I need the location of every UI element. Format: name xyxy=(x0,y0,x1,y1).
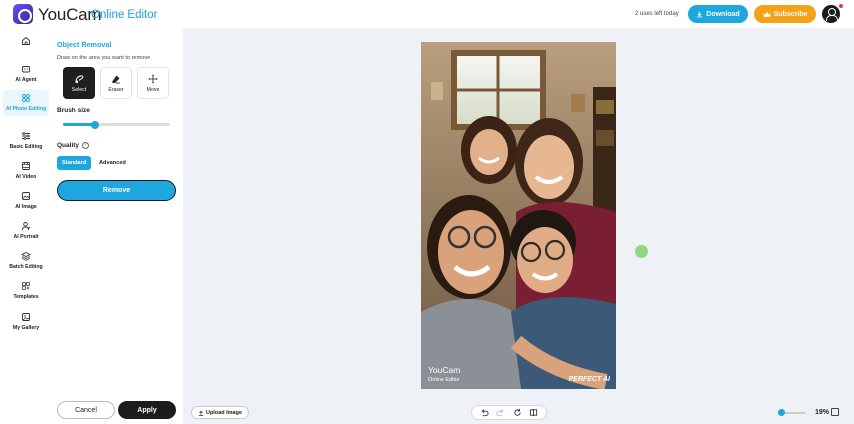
tool-label: Eraser xyxy=(108,86,124,93)
brand-subtitle: Online Editor xyxy=(91,9,158,21)
zoom-slider[interactable] xyxy=(778,409,806,416)
sidebar-item-ai-portrait[interactable]: AI Portrait xyxy=(3,221,49,241)
sidebar-item-ai-photo-editing[interactable]: AI Photo Editing xyxy=(3,90,49,117)
select-tool-button[interactable]: Select xyxy=(63,67,95,99)
ai-agent-icon xyxy=(22,66,30,73)
panel-hint: Draw on the area you want to remove xyxy=(57,55,151,61)
download-label: Download xyxy=(706,10,740,18)
portrait-icon xyxy=(22,222,31,231)
quality-label: Quality xyxy=(57,142,80,149)
tool-label: Move xyxy=(146,86,160,93)
move-tool-button[interactable]: Move xyxy=(137,67,169,99)
eraser-tool-button[interactable]: Eraser xyxy=(100,67,132,99)
sidebar-item-label: Basic Editing xyxy=(9,144,43,150)
user-avatar[interactable] xyxy=(822,5,840,23)
sidebar-item-label: AI Image xyxy=(15,204,37,210)
sliders-icon xyxy=(22,132,30,140)
apply-button[interactable]: Apply xyxy=(118,401,176,419)
templates-icon xyxy=(22,282,30,290)
redo-icon[interactable] xyxy=(496,408,505,417)
sidebar-item-batch-editing[interactable]: Batch Editing xyxy=(3,251,49,271)
brush-size-label: Brush size xyxy=(57,107,90,114)
help-icon[interactable]: ? xyxy=(82,142,89,149)
upload-image-button[interactable]: Upload Image xyxy=(191,406,249,419)
sidebar-item-label: Templates xyxy=(13,294,39,300)
sidebar-item-label: AI Agent xyxy=(15,77,37,83)
video-icon xyxy=(22,162,30,170)
subscribe-label: Subscribe xyxy=(773,10,808,18)
brush-cursor xyxy=(635,245,648,258)
fit-screen-icon[interactable] xyxy=(831,408,839,416)
crown-icon xyxy=(762,11,771,17)
home-icon xyxy=(22,36,30,45)
watermark-perfect-ai: PERFECT AI xyxy=(568,376,610,383)
eraser-icon xyxy=(112,75,120,83)
sidebar-item-basic-editing[interactable]: Basic Editing xyxy=(3,131,49,151)
image-icon xyxy=(22,192,30,200)
sidebar-item-ai-image[interactable]: AI Image xyxy=(3,191,49,211)
move-icon xyxy=(148,74,158,83)
brush-size-handle[interactable] xyxy=(91,120,100,129)
brush-size-slider[interactable] xyxy=(63,120,170,129)
sidebar-item-label: AI Portrait xyxy=(13,234,39,240)
undo-icon[interactable] xyxy=(480,408,489,417)
reset-icon[interactable] xyxy=(513,408,522,417)
quality-advanced-option[interactable]: Advanced xyxy=(94,156,131,170)
sidebar-item-home[interactable] xyxy=(3,36,49,49)
notification-dot xyxy=(839,4,843,8)
watermark-subtitle: Online Editor xyxy=(428,377,460,383)
sidebar-item-my-gallery[interactable]: My Gallery xyxy=(3,312,49,332)
gallery-icon xyxy=(22,313,30,321)
select-brush-icon xyxy=(75,74,83,83)
zoom-handle[interactable] xyxy=(778,409,785,416)
sidebar-item-label: AI Video xyxy=(15,174,37,180)
zoom-value: 19% xyxy=(815,409,830,416)
panel-title: Object Removal xyxy=(57,40,112,49)
history-toolbar xyxy=(471,405,547,420)
quality-standard-option[interactable]: Standard xyxy=(57,156,92,170)
sidebar-item-ai-agent[interactable]: AI Agent xyxy=(3,64,49,84)
upload-icon xyxy=(198,410,204,416)
youcam-logo-icon[interactable] xyxy=(13,4,33,24)
download-button[interactable]: Download xyxy=(688,5,748,23)
photo-illustration xyxy=(421,42,616,389)
sidebar-item-templates[interactable]: Templates xyxy=(3,281,49,301)
sidebar: AI Agent AI Photo Editing Basic Editing … xyxy=(0,28,52,424)
sidebar-item-ai-video[interactable]: AI Video xyxy=(3,161,49,181)
ai-photo-editing-icon xyxy=(22,94,30,102)
tool-label: Select xyxy=(71,86,87,93)
object-removal-panel: Object Removal Draw on the area you want… xyxy=(52,28,183,424)
cancel-button[interactable]: Cancel xyxy=(57,401,115,419)
subscribe-button[interactable]: Subscribe xyxy=(754,5,816,23)
download-icon xyxy=(697,11,703,17)
family-selfie-photo[interactable]: YouCam Online Editor PERFECT AI xyxy=(421,42,616,389)
compare-icon[interactable] xyxy=(529,408,538,417)
uses-left-text: 2 uses left today xyxy=(635,11,679,17)
sidebar-item-label: Batch Editing xyxy=(9,264,43,270)
layers-icon xyxy=(21,251,31,261)
editor-canvas[interactable]: YouCam Online Editor PERFECT AI Upload I… xyxy=(183,28,854,424)
top-bar: YouCam Online Editor 2 uses left today D… xyxy=(0,0,854,28)
sidebar-item-label: AI Photo Editing xyxy=(5,106,47,112)
upload-label: Upload Image xyxy=(205,409,243,416)
sidebar-item-label: My Gallery xyxy=(12,325,40,331)
watermark-brand: YouCam xyxy=(428,365,461,375)
remove-button[interactable]: Remove xyxy=(57,180,176,201)
